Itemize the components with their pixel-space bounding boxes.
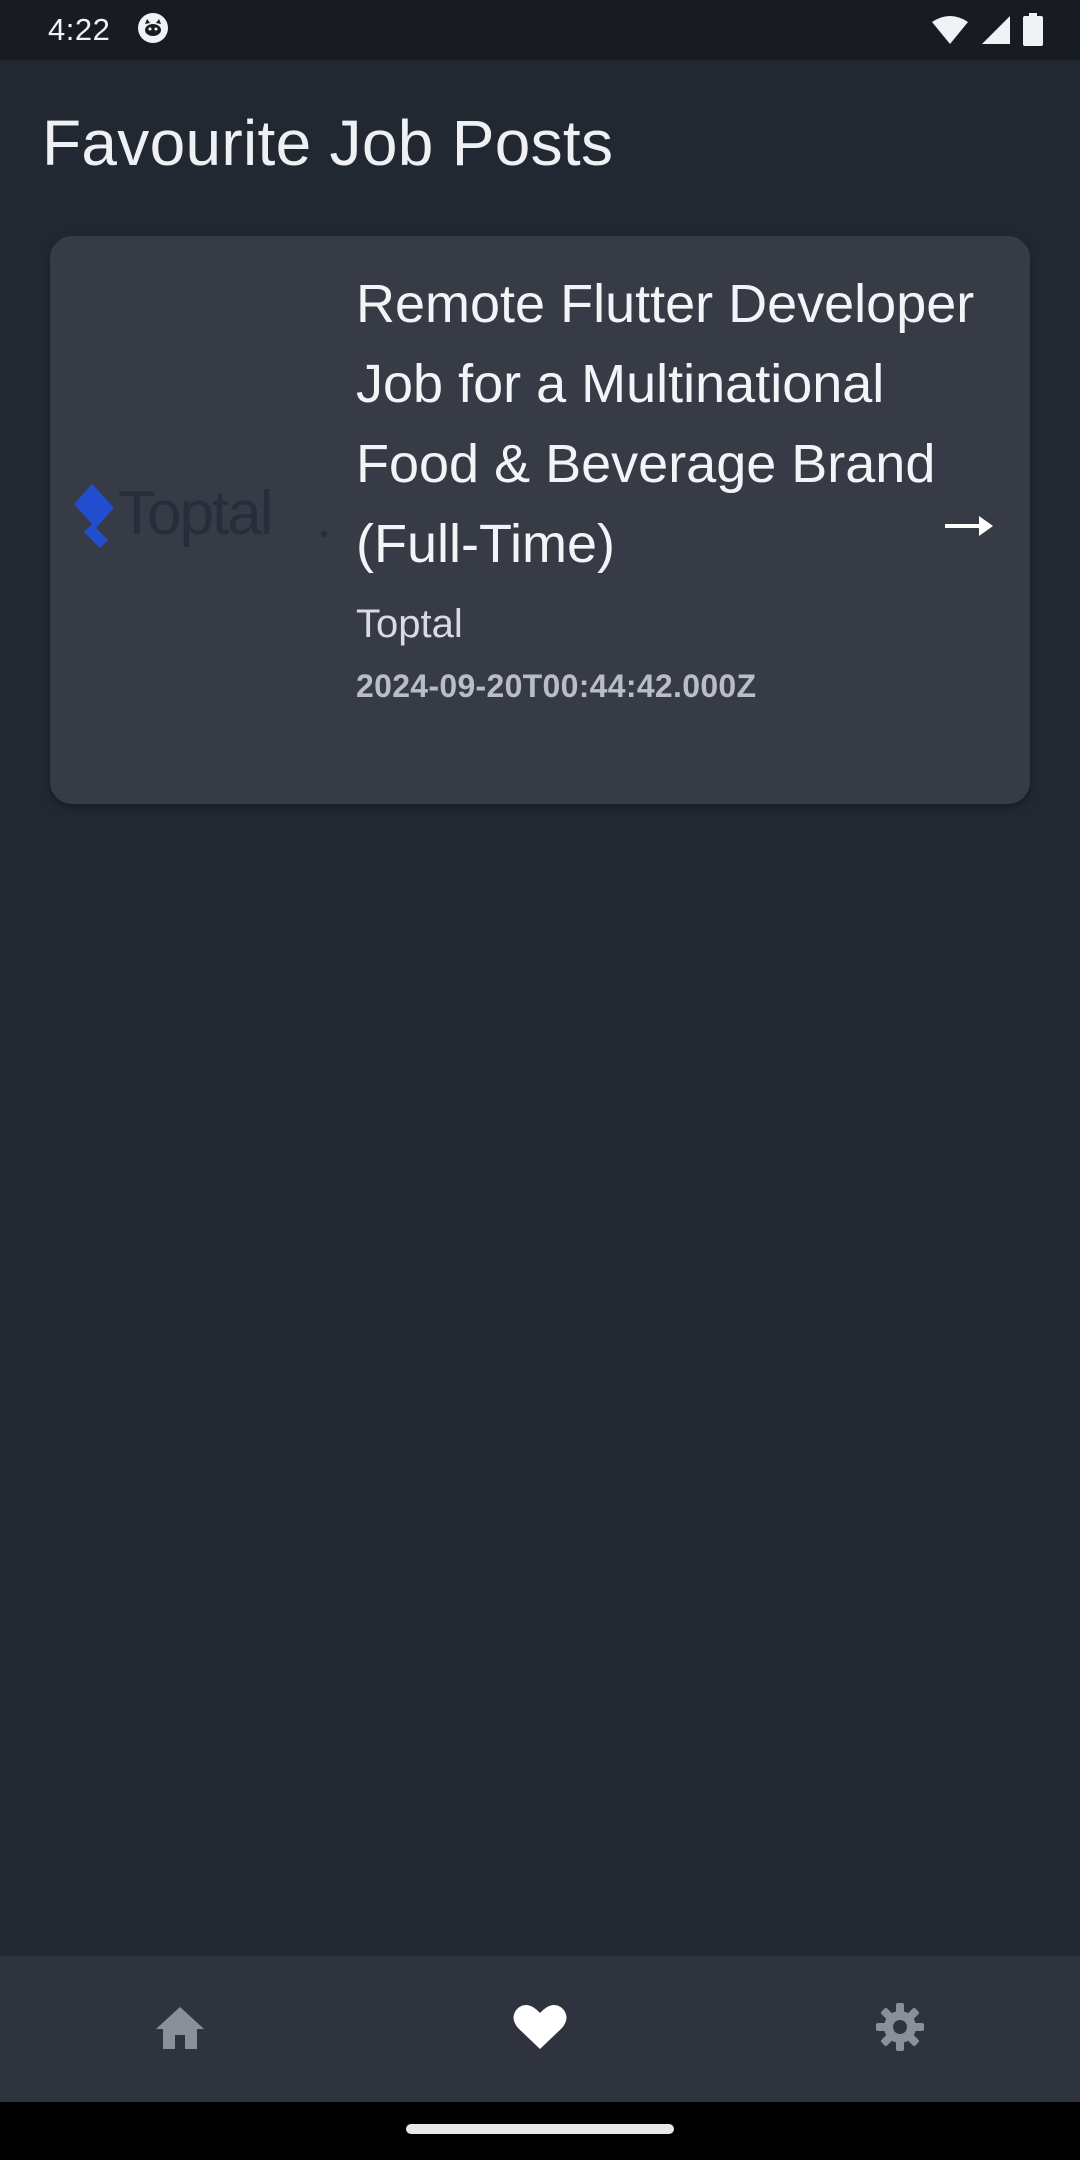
bottom-navigation bbox=[0, 1956, 1080, 2102]
favourite-job-card[interactable]: Toptal Remote Flutter Developer Job for … bbox=[50, 236, 1030, 804]
nav-settings[interactable] bbox=[800, 1956, 1000, 2102]
page-title: Favourite Job Posts bbox=[42, 107, 614, 179]
status-time: 4:22 bbox=[48, 12, 111, 47]
company-logo-text: Toptal bbox=[118, 479, 271, 548]
job-company: Toptal bbox=[356, 602, 463, 646]
nav-favourites[interactable] bbox=[440, 1956, 640, 2102]
battery-icon bbox=[1022, 13, 1044, 47]
home-gesture-handle[interactable] bbox=[406, 2124, 674, 2134]
open-job-button[interactable] bbox=[934, 498, 1004, 558]
status-bar: 4:22 bbox=[0, 0, 1080, 60]
job-title: Remote Flutter Developer Job for a Multi… bbox=[356, 274, 975, 574]
signal-icon bbox=[980, 14, 1012, 46]
cat-notification-icon bbox=[136, 11, 170, 50]
job-info: Remote Flutter Developer Job for a Multi… bbox=[356, 264, 976, 705]
arrow-right-icon bbox=[943, 511, 995, 546]
company-logo: Toptal bbox=[70, 474, 340, 554]
home-icon bbox=[154, 2003, 206, 2056]
nav-home[interactable] bbox=[80, 1956, 280, 2102]
gear-icon bbox=[875, 2002, 925, 2057]
job-date: 2024-09-20T00:44:42.000Z bbox=[356, 668, 757, 704]
system-gesture-area bbox=[0, 2102, 1080, 2160]
wifi-icon bbox=[930, 14, 970, 46]
heart-icon bbox=[513, 2003, 567, 2056]
